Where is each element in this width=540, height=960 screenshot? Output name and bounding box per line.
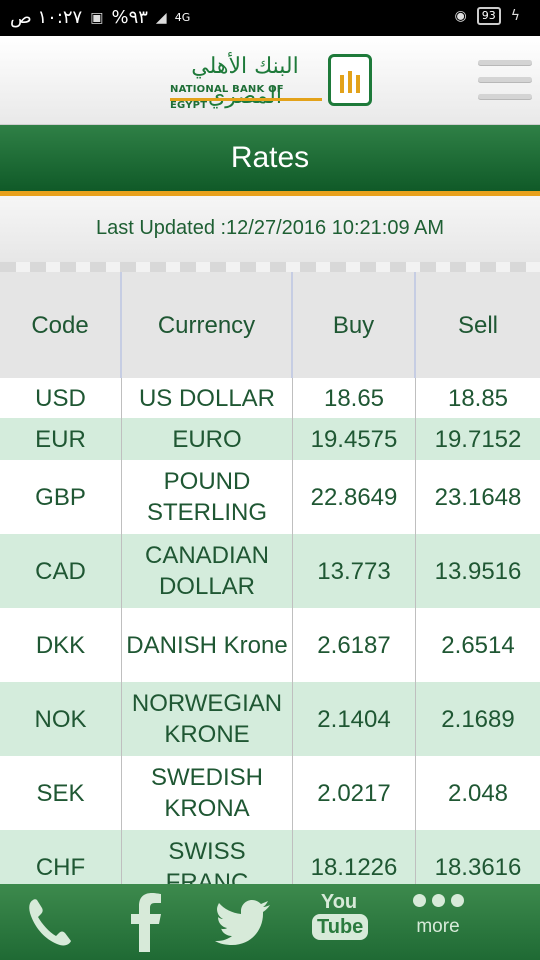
cell-buy: 2.0217: [293, 756, 416, 830]
header-code: Code: [0, 272, 122, 378]
app-header: البنك الأهلي المصري NATIONAL BANK OF EGY…: [0, 36, 540, 125]
battery-saver-icon: ▣: [90, 9, 104, 26]
facebook-button[interactable]: [120, 884, 172, 960]
youtube-icon: You Tube: [312, 891, 369, 940]
rates-table[interactable]: Code Currency Buy Sell USD US DOLLAR 18.…: [0, 272, 540, 884]
twitter-icon: [215, 900, 270, 945]
more-icon: [408, 894, 468, 907]
cell-currency: SWISS FRANC: [122, 830, 293, 884]
battery-icon: 93: [476, 7, 501, 25]
zigzag-divider: [0, 262, 540, 272]
table-row: GBP POUND STERLING 22.8649 23.1648: [0, 460, 540, 534]
cell-buy: 18.65: [293, 378, 416, 418]
more-label: more: [416, 916, 460, 937]
cell-sell: 2.1689: [441, 705, 515, 733]
more-button[interactable]: more: [408, 884, 468, 960]
table-row: CAD CANADIAN DOLLAR 13.773 13.9516: [0, 534, 540, 608]
title-bar: Rates: [0, 125, 540, 196]
cell-sell: 18.85: [447, 384, 509, 412]
footer-nav: You Tube more: [0, 884, 540, 960]
cell-sell: 23.1648: [434, 483, 522, 511]
cell-buy: 18.1226: [293, 830, 416, 884]
table-row: SEK SWEDISH KRONA 2.0217 2.048: [0, 756, 540, 830]
status-bar: ١٠:٢٧ ص ▣ %٩٣ ◢ 4G ◉ 93 ϟ: [0, 0, 540, 36]
cell-buy: 13.773: [293, 534, 416, 608]
status-right: ◉ 93 ϟ: [455, 7, 520, 25]
signal-icon: ◢: [155, 9, 167, 26]
youtube-button[interactable]: You Tube: [312, 884, 369, 960]
header-buy: Buy: [293, 272, 416, 378]
table-row: DKK DANISH Krone 2.6187 2.6514: [0, 608, 540, 682]
cell-code: CHF: [0, 830, 122, 884]
messenger-icon: ◉: [454, 8, 467, 24]
cell-currency: US DOLLAR: [122, 378, 293, 418]
header-currency: Currency: [122, 272, 293, 378]
status-network: 4G: [174, 11, 191, 24]
cell-currency: NORWEGIAN KRONE: [122, 682, 293, 756]
logo-arabic-text: البنك الأهلي المصري: [191, 54, 299, 109]
youtube-text-top: You: [320, 891, 358, 913]
hamburger-line: [478, 77, 532, 82]
table-row: CHF SWISS FRANC 18.1226 18.3616: [0, 830, 540, 884]
cell-currency: EURO: [122, 418, 293, 460]
cell-code: USD: [0, 378, 122, 418]
table-row: NOK NORWEGIAN KRONE 2.1404 2.1689: [0, 682, 540, 756]
last-updated-text: Last Updated :12/27/2016 10:21:09 AM: [95, 217, 445, 239]
charging-icon: ϟ: [510, 8, 520, 24]
cell-currency: CANADIAN DOLLAR: [122, 534, 293, 608]
logo-underline: [170, 98, 322, 101]
cell-code: GBP: [0, 460, 122, 534]
menu-button[interactable]: [478, 58, 534, 104]
logo-english-text: NATIONAL BANK OF EGYPT: [170, 84, 284, 111]
status-left: ١٠:٢٧ ص ▣ %٩٣ ◢ 4G: [10, 7, 190, 28]
cell-currency: SWEDISH KRONA: [122, 756, 293, 830]
facebook-icon: [131, 893, 161, 952]
bank-logo[interactable]: البنك الأهلي المصري NATIONAL BANK OF EGY…: [170, 52, 372, 111]
cell-sell: 18.3616: [434, 853, 522, 881]
status-time: ١٠:٢٧ ص: [10, 7, 83, 28]
cell-code: NOK: [0, 682, 122, 756]
cell-currency: POUND STERLING: [122, 460, 293, 534]
cell-code: SEK: [0, 756, 122, 830]
phone-button[interactable]: [20, 884, 80, 960]
twitter-button[interactable]: [212, 884, 274, 960]
page-title: Rates: [230, 141, 310, 174]
cell-sell: 19.7152: [434, 425, 522, 453]
cell-code: CAD: [0, 534, 122, 608]
last-updated-bar: Last Updated :12/27/2016 10:21:09 AM: [0, 196, 540, 264]
table-header-row: Code Currency Buy Sell: [0, 272, 540, 378]
cell-buy: 19.4575: [293, 418, 416, 460]
cell-code: EUR: [0, 418, 122, 460]
bank-emblem-icon: [328, 54, 372, 106]
youtube-text-bottom: Tube: [312, 914, 369, 940]
cell-sell: 2.048: [447, 779, 509, 807]
cell-sell: 2.6514: [441, 631, 515, 659]
table-row: USD US DOLLAR 18.65 18.85: [0, 378, 540, 418]
table-row: EUR EURO 19.4575 19.7152: [0, 418, 540, 460]
cell-currency: DANISH Krone: [122, 608, 293, 682]
header-sell: Sell: [457, 311, 499, 339]
hamburger-line: [478, 94, 532, 99]
cell-sell: 13.9516: [434, 557, 522, 585]
phone-icon: [29, 899, 71, 946]
cell-buy: 2.6187: [293, 608, 416, 682]
status-battery-percent: %٩٣: [111, 7, 148, 28]
cell-buy: 2.1404: [293, 682, 416, 756]
cell-code: DKK: [0, 608, 122, 682]
hamburger-line: [478, 60, 532, 65]
cell-buy: 22.8649: [293, 460, 416, 534]
